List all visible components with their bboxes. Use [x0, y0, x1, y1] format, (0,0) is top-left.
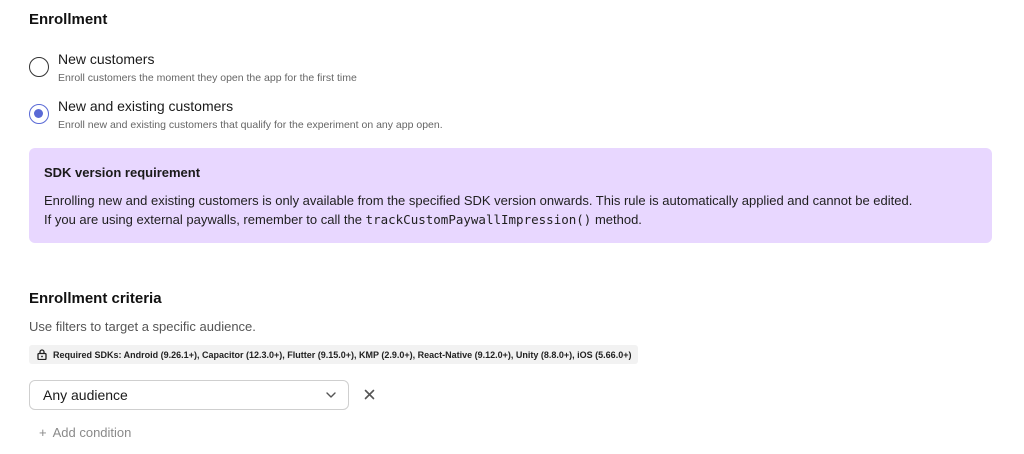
- radio-option-new-customers[interactable]: New customers Enroll customers the momen…: [29, 51, 357, 85]
- enrollment-title: Enrollment: [29, 11, 108, 28]
- criteria-title: Enrollment criteria: [29, 290, 162, 307]
- callout-line-2-end: method.: [591, 212, 642, 227]
- close-icon: [364, 389, 374, 399]
- audience-select[interactable]: Any audience: [29, 380, 349, 410]
- radio-description-new-and-existing: Enroll new and existing customers that q…: [58, 119, 443, 131]
- callout-code: trackCustomPaywallImpression(): [365, 212, 592, 227]
- lock-icon: [37, 349, 47, 360]
- required-sdks-badge: Required SDKs: Android (9.26.1+), Capaci…: [29, 345, 639, 364]
- radio-option-new-and-existing[interactable]: New and existing customers Enroll new an…: [29, 98, 443, 132]
- callout-line-1: Enrolling new and existing customers is …: [44, 193, 913, 208]
- callout-line-2-text: If you are using external paywalls, reme…: [44, 212, 366, 227]
- sdk-requirement-callout: SDK version requirement Enrolling new an…: [29, 148, 992, 243]
- radio-new-and-existing[interactable]: [29, 104, 49, 124]
- radio-label-new-customers: New customers: [58, 51, 155, 67]
- chevron-down-icon: [326, 392, 336, 398]
- radio-label-new-and-existing: New and existing customers: [58, 98, 234, 114]
- add-condition-label: Add condition: [52, 425, 132, 440]
- radio-new-customers[interactable]: [29, 57, 49, 77]
- required-sdks-text: Required SDKs: Android (9.26.1+), Capaci…: [53, 349, 632, 360]
- audience-select-value: Any audience: [43, 387, 128, 403]
- callout-title: SDK version requirement: [44, 165, 201, 180]
- radio-description-new-customers: Enroll customers the moment they open th…: [58, 72, 357, 84]
- remove-condition-button[interactable]: [361, 386, 377, 402]
- plus-icon: +: [39, 425, 47, 440]
- criteria-subtitle: Use filters to target a specific audienc…: [29, 319, 256, 334]
- callout-body: Enrolling new and existing customers is …: [44, 191, 977, 229]
- callout-line-2: If you are using external paywalls, reme…: [44, 210, 977, 229]
- add-condition-button[interactable]: + Add condition: [39, 425, 131, 440]
